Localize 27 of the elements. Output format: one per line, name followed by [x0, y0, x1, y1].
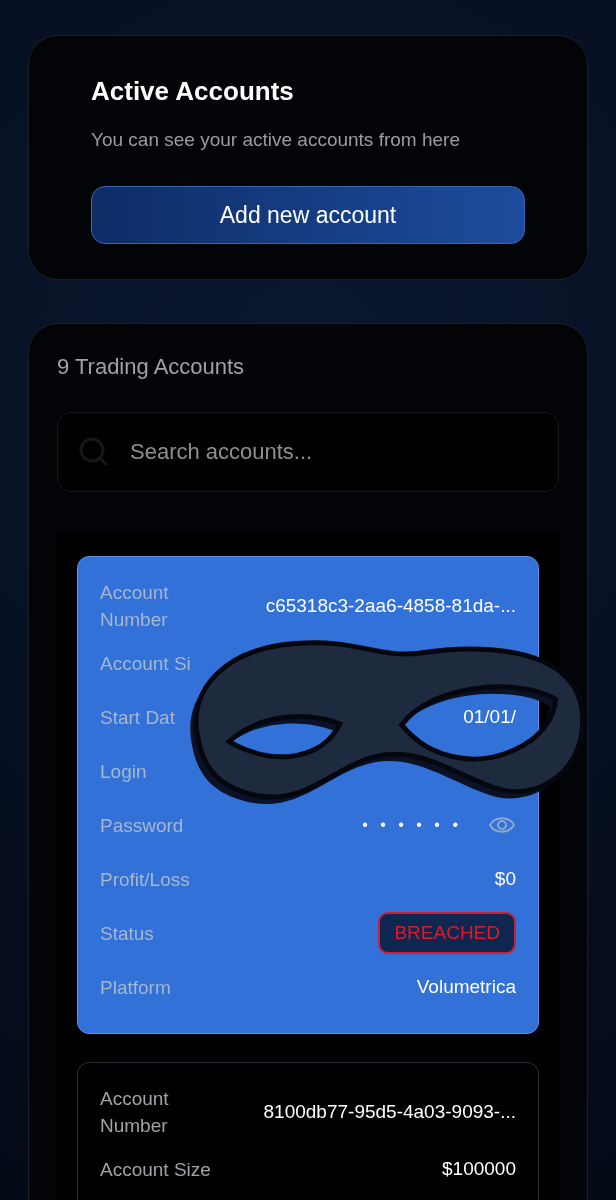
- account-card[interactable]: Account Number 8100db77-95d5-4a03-9093-... Account Size $100000: [77, 1062, 539, 1200]
- eye-icon[interactable]: [488, 815, 516, 835]
- accounts-count: 9 Trading Accounts: [57, 354, 246, 380]
- card-subtitle: You can see your active accounts from here: [91, 129, 461, 151]
- field-label: Platform: [100, 975, 171, 1000]
- field-label: Login: [100, 759, 147, 784]
- search-icon: [78, 436, 110, 468]
- card-title: Active Accounts: [91, 76, 295, 107]
- field-label: Account Size: [100, 1157, 211, 1182]
- field-label: Account Number: [100, 1087, 170, 1138]
- search-input[interactable]: Search accounts...: [128, 438, 538, 466]
- field-label: Account Number: [100, 581, 170, 632]
- field-label: Status: [100, 921, 154, 946]
- field-value: $100000: [442, 1158, 516, 1180]
- field-label: Profit/Loss: [100, 867, 190, 892]
- search-field[interactable]: Search accounts...: [57, 412, 559, 492]
- field-label: Start Dat: [100, 705, 175, 730]
- field-value: 8100db77-95d5-4a03-9093-...: [263, 1101, 516, 1123]
- field-label: Password: [100, 813, 184, 838]
- field-value: $0: [494, 868, 516, 890]
- field-label: Account Si: [100, 651, 191, 676]
- field-value: 01/01/: [463, 706, 516, 728]
- field-value: c65318c3-2aa6-4858-81da-...: [265, 595, 516, 617]
- field-value: Volumetrica: [416, 976, 516, 998]
- status-badge: BREACHED: [378, 912, 516, 954]
- add-account-button[interactable]: Add new account: [91, 186, 525, 244]
- password-dots: • • • • • •: [362, 816, 462, 834]
